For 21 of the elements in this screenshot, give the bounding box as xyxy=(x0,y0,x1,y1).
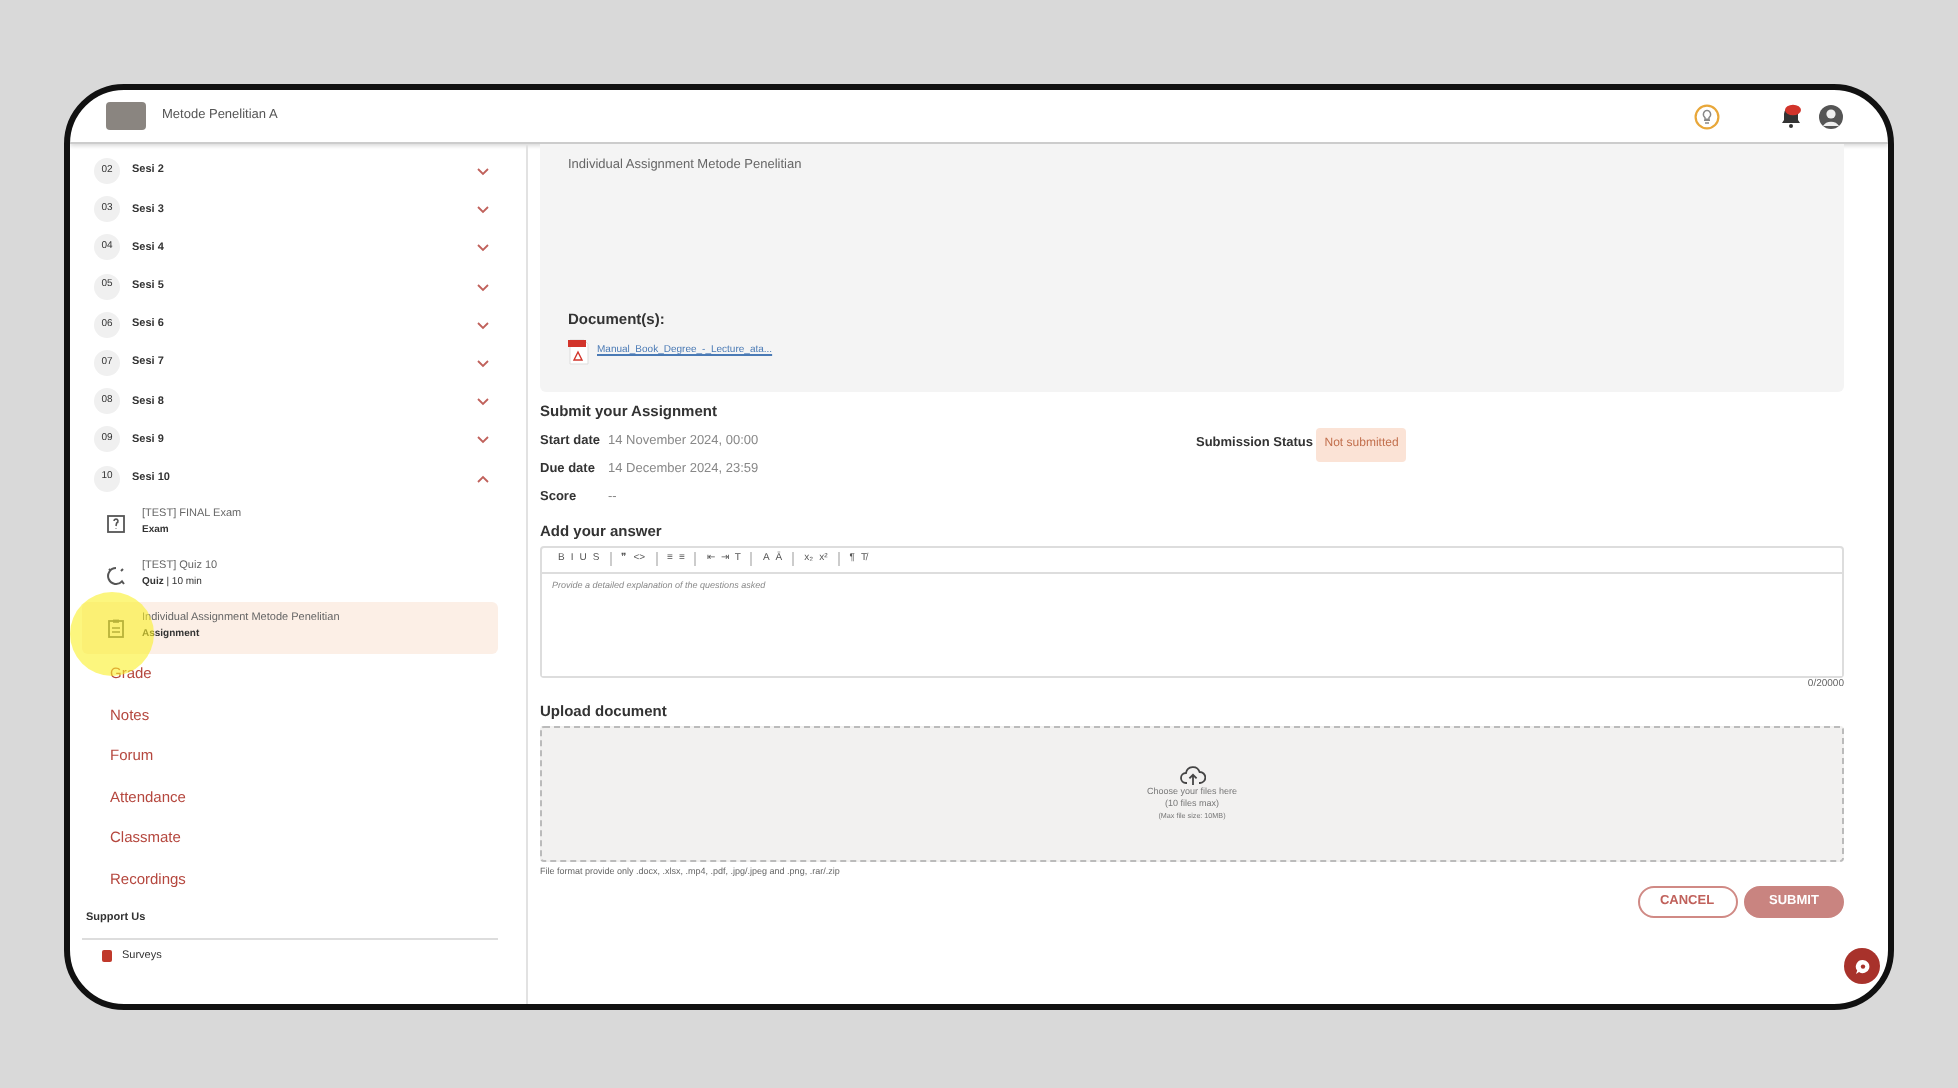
chat-bubble-icon xyxy=(1853,957,1871,975)
lightbulb-icon[interactable] xyxy=(1694,103,1720,129)
pdf-file-icon xyxy=(568,338,590,366)
chevron-down-icon[interactable] xyxy=(476,242,490,253)
chat-button[interactable] xyxy=(1844,948,1880,984)
chevron-down-icon[interactable] xyxy=(476,358,490,369)
stopwatch-icon xyxy=(106,565,126,586)
chevron-down-icon[interactable] xyxy=(476,281,490,292)
course-thumbnail xyxy=(106,102,146,130)
question-sheet-icon xyxy=(106,513,126,534)
avatar-icon[interactable] xyxy=(1818,103,1844,129)
chevron-down-icon[interactable] xyxy=(476,319,490,330)
survey-icon xyxy=(102,950,112,963)
chevron-up-icon[interactable] xyxy=(476,473,490,484)
chevron-down-icon[interactable] xyxy=(476,166,490,177)
chevron-down-icon[interactable] xyxy=(476,434,490,445)
chevron-down-icon[interactable] xyxy=(476,396,490,407)
clipboard-icon xyxy=(106,617,126,638)
chevron-down-icon[interactable] xyxy=(476,204,490,215)
cloud-upload-icon xyxy=(1179,766,1205,787)
notification-bell-icon[interactable] xyxy=(1780,104,1802,128)
